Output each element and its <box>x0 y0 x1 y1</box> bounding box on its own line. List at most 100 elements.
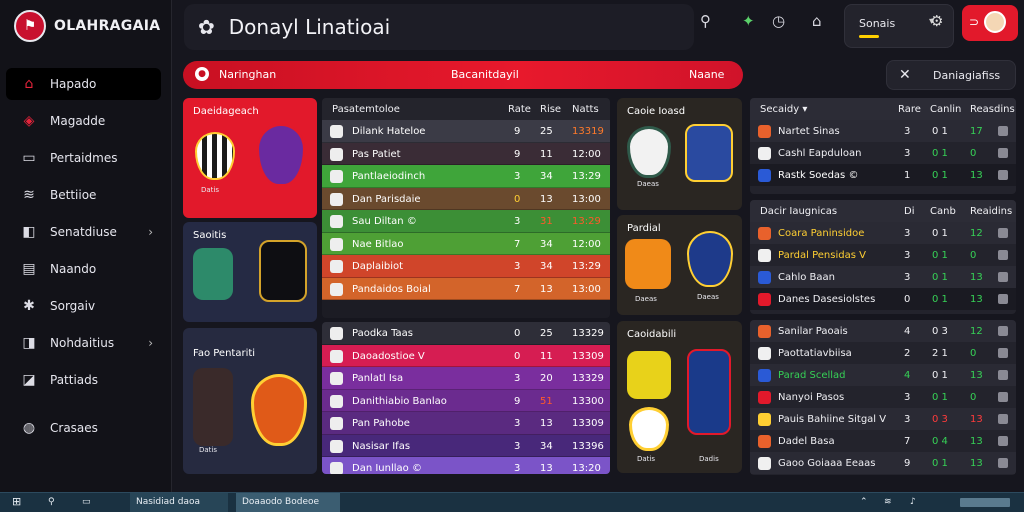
standings-row[interactable]: Parad Scellad 4 0 1 13 <box>750 364 1016 386</box>
table-row[interactable]: Dan Parisdaie 0 13 13:00 <box>322 187 610 210</box>
row-checkbox[interactable] <box>998 272 1008 282</box>
search-icon[interactable]: ⚲ <box>48 497 55 507</box>
team-card-r1[interactable]: Caoie Ioasd Daeas <box>617 98 742 210</box>
tray-icon[interactable]: ⌃ <box>860 497 868 507</box>
sidebar-item-6[interactable]: ✱ Sorgaiv <box>6 290 161 322</box>
sidebar-item-9[interactable]: ◍ Crasaes <box>6 412 161 444</box>
row-checkbox[interactable] <box>998 370 1008 380</box>
taskbar-app-active[interactable]: Doaaodo Bodeoe <box>236 493 340 512</box>
club-crest-icon <box>251 374 307 446</box>
sidebar-item-1[interactable]: ◈ Magadde <box>6 105 161 137</box>
club-badge-icon: ● <box>195 67 209 81</box>
player-portrait-icon <box>627 351 671 399</box>
cell-c: 13 <box>970 458 983 469</box>
sidebar-item-7[interactable]: ◨ Nohdaitius › <box>6 327 161 359</box>
club-crest-icon <box>629 407 669 451</box>
club-crest-icon <box>687 231 733 287</box>
timer-icon[interactable]: ◷ <box>772 12 785 30</box>
table-row[interactable]: Pan Pahobe 3 13 13309 <box>322 412 610 435</box>
standings-row[interactable]: Danes Dasesiolstes 0 0 1 13 <box>750 288 1016 310</box>
standings-row[interactable]: Nanyoi Pasos 3 0 1 0 <box>750 386 1016 408</box>
table-row[interactable]: Pas Patiet 9 11 12:00 <box>322 142 610 165</box>
volume-icon[interactable]: ♪ <box>910 497 916 507</box>
sidebar-item-2[interactable]: ▭ Pertaidmes <box>6 142 161 174</box>
sidebar-item-4[interactable]: ◧ Senatdiuse › <box>6 216 161 248</box>
table-row[interactable]: Pantlaeiodinch 3 34 13:29 <box>322 165 610 188</box>
sidebar-item-8[interactable]: ◪ Pattiads <box>6 364 161 396</box>
close-panel-button[interactable]: ✕ Daniagiafiss <box>886 60 1016 90</box>
standings-row[interactable]: Nartet Sinas 3 0 1 17 <box>750 120 1016 142</box>
standings-row[interactable]: Sanilar Paoais 4 0 3 12 <box>750 320 1016 342</box>
settings-gear-icon[interactable]: ⚙ <box>930 12 943 30</box>
row-checkbox[interactable] <box>998 250 1008 260</box>
cell-b: 13 <box>540 418 553 429</box>
table-row[interactable]: Pandaidos Boial 7 13 13:00 <box>322 277 610 300</box>
cell-a: 9 <box>514 395 521 407</box>
team-card-r2[interactable]: Pardial Daeas Daeas <box>617 215 742 315</box>
team-card-r3[interactable]: Caoidabili Datis Dadis <box>617 321 742 473</box>
row-checkbox[interactable] <box>998 348 1008 358</box>
standings-body: Nartet Sinas 3 0 1 17 Cashl Eapduloan 3 0 1 0 Ra… <box>750 120 1016 186</box>
cell-name: Nasisar Ifas <box>352 440 411 452</box>
row-checkbox[interactable] <box>998 126 1008 136</box>
club-badge-icon <box>758 293 771 306</box>
row-checkbox[interactable] <box>998 326 1008 336</box>
sidebar-item-5[interactable]: ▤ Naando <box>6 253 161 285</box>
notification-bell-icon[interactable]: ⌂ <box>812 12 822 30</box>
sidebar-item-0[interactable]: ⌂ Hapado <box>6 68 161 100</box>
taskbar-app[interactable]: Nasidiad daoa <box>130 493 228 512</box>
clock-area[interactable] <box>960 498 1010 507</box>
standings-row[interactable]: Dadel Basa 7 0 4 13 <box>750 430 1016 452</box>
shield-logo-icon: ⚑ <box>14 10 46 42</box>
standings-row[interactable]: Pauis Bahiine Sitgal V 3 0 3 13 <box>750 408 1016 430</box>
standings-row[interactable]: Cahlo Baan 3 0 1 13 <box>750 266 1016 288</box>
table-row[interactable]: Panlatl Isa 3 20 13329 <box>322 367 610 390</box>
standings-row[interactable]: Rastk Soedas © 1 0 1 13 <box>750 164 1016 186</box>
sidebar-item-label: Bettiioe <box>50 188 97 202</box>
standings-body: Coara Paninsidoe 3 0 1 12 Pardal Pensidas V 3… <box>750 222 1016 310</box>
standings-row[interactable]: Coara Paninsidoe 3 0 1 12 <box>750 222 1016 244</box>
standings-row[interactable]: Cashl Eapduloan 3 0 1 0 <box>750 142 1016 164</box>
club-badge-icon <box>330 327 343 340</box>
row-checkbox[interactable] <box>998 228 1008 238</box>
table-row[interactable]: Paodka Taas 0 25 13329 <box>322 322 610 345</box>
table-row[interactable]: Daoadostioe V 0 11 13309 <box>322 344 610 367</box>
row-checkbox[interactable] <box>998 294 1008 304</box>
avatar <box>984 11 1006 33</box>
table-row[interactable]: Dilank Hateloe 9 25 13319 <box>322 120 610 143</box>
row-checkbox[interactable] <box>998 170 1008 180</box>
sidebar-item-3[interactable]: ≋ Bettiioe <box>6 179 161 211</box>
table-row[interactable]: Danithiabio Banlao 9 51 13300 <box>322 389 610 412</box>
search-icon[interactable]: ⚲ <box>700 12 711 30</box>
puzzle-icon[interactable]: ✦ <box>742 12 755 30</box>
standings-row[interactable]: Pardal Pensidas V 3 0 1 0 <box>750 244 1016 266</box>
cell-b: 0 1 <box>932 392 948 403</box>
task-view-icon[interactable]: ▭ <box>82 497 91 507</box>
wifi-icon[interactable]: ≋ <box>884 497 892 507</box>
profile-button[interactable]: ⊃ <box>962 5 1018 41</box>
row-checkbox[interactable] <box>998 436 1008 446</box>
header-c: Reaidins <box>970 206 1013 217</box>
cell-b: 34 <box>540 440 553 452</box>
row-checkbox[interactable] <box>998 392 1008 402</box>
row-checkbox[interactable] <box>998 148 1008 158</box>
table-row[interactable]: Nasisar Ifas 3 34 13396 <box>322 434 610 457</box>
row-checkbox[interactable] <box>998 414 1008 424</box>
table-row[interactable]: Dan Iunllao © 3 13 13:20 <box>322 457 610 474</box>
windows-start-icon[interactable]: ⊞ <box>12 495 21 508</box>
table-row[interactable]: Sau Diltan © 3 31 13:29 <box>322 210 610 233</box>
row-checkbox[interactable] <box>998 458 1008 468</box>
cell-a: 9 <box>514 148 521 160</box>
club-badge-icon <box>330 215 343 228</box>
team-card-middle[interactable]: Saoitis <box>183 222 317 322</box>
sidebar-item-label: Nohdaitius <box>50 336 115 350</box>
table-row[interactable]: Daplaibiot 3 34 13:29 <box>322 255 610 278</box>
standings-row[interactable]: Gaoo Goiaaa Eeaas 9 0 1 13 <box>750 452 1016 474</box>
club-badge-icon <box>330 394 343 408</box>
table-row[interactable]: Nae Bitlao 7 34 12:00 <box>322 232 610 255</box>
club-crest-icon <box>195 132 235 180</box>
standings-row[interactable]: Paottatiavbiisa 2 2 1 0 <box>750 342 1016 364</box>
team-card-top[interactable]: Daeidageach Datis <box>183 98 317 218</box>
team-card-bottom[interactable]: Fao Pentariti Datis <box>183 328 317 474</box>
match-banner[interactable]: ● Naringhan Bacanitdayil Naane <box>183 61 743 89</box>
